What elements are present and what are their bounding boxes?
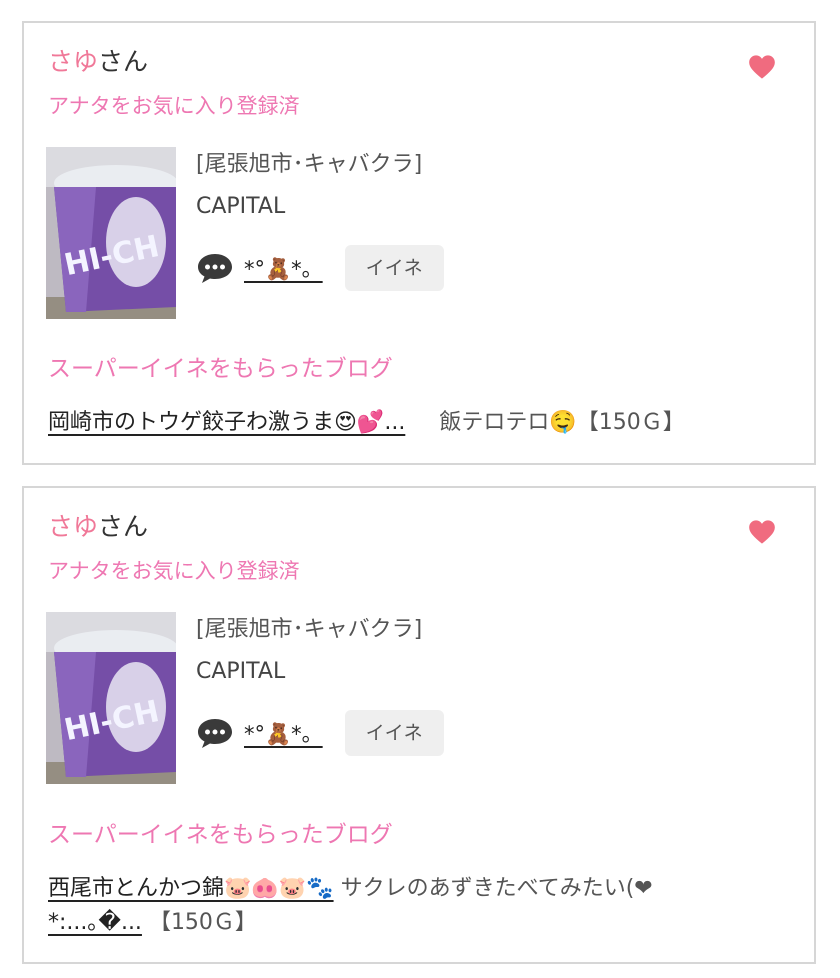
shop-area: [尾張旭市･キャバクラ] bbox=[196, 152, 423, 177]
shop-area: [尾張旭市･キャバクラ] bbox=[196, 617, 423, 642]
blog-entry: 岡崎市のトウゲ餃子わ激うま😍💕... 飯テロテロ🤤【150Ｇ】 bbox=[48, 406, 794, 440]
blog-title-link-continued[interactable]: *:...｡�... bbox=[48, 910, 142, 935]
shop-name: CAPITAL bbox=[196, 659, 286, 684]
favorite-card: さゆさん アナタをお気に入り登録済 HI-CH [尾張旭市･キャバクラ] CAP… bbox=[22, 21, 816, 465]
favorite-status: アナタをお気に入り登録済 bbox=[48, 94, 300, 118]
user-name-suffix: さん bbox=[98, 47, 149, 76]
message-row: *°🧸*。 イイネ bbox=[196, 245, 444, 291]
profile-photo[interactable]: HI-CH bbox=[46, 147, 176, 319]
user-name-text[interactable]: さゆ bbox=[48, 512, 98, 541]
favorite-card: さゆさん アナタをお気に入り登録済 HI-CH [尾張旭市･キャバクラ] CAP… bbox=[22, 486, 816, 964]
blog-points: 【150Ｇ】 bbox=[148, 910, 257, 935]
message-row: *°🧸*。 イイネ bbox=[196, 710, 444, 756]
user-name-suffix: さん bbox=[98, 512, 149, 541]
favorite-status: アナタをお気に入り登録済 bbox=[48, 559, 300, 583]
section-title: スーパーイイネをもらったブログ bbox=[48, 356, 393, 382]
blog-description: サクレのあずきたべてみたい(❤ bbox=[340, 876, 653, 901]
section-title: スーパーイイネをもらったブログ bbox=[48, 822, 393, 848]
speech-bubble-icon[interactable] bbox=[196, 717, 234, 749]
nickname-link[interactable]: *°🧸*。 bbox=[244, 253, 323, 283]
blog-title-link[interactable]: 西尾市とんかつ錦🐷🐽🐷🐾 bbox=[48, 876, 334, 901]
nickname-link[interactable]: *°🧸*。 bbox=[244, 718, 323, 748]
user-name[interactable]: さゆさん bbox=[48, 510, 148, 544]
blog-title-link[interactable]: 岡崎市のトウゲ餃子わ激うま😍💕... bbox=[48, 410, 405, 435]
user-name-text[interactable]: さゆ bbox=[48, 47, 98, 76]
heart-icon[interactable] bbox=[748, 518, 776, 546]
shop-name: CAPITAL bbox=[196, 194, 286, 219]
iine-button[interactable]: イイネ bbox=[344, 245, 444, 291]
blog-entry: 西尾市とんかつ錦🐷🐽🐷🐾 サクレのあずきたべてみたい(❤ *:...｡�... … bbox=[48, 872, 794, 940]
user-name[interactable]: さゆさん bbox=[48, 45, 148, 79]
heart-icon[interactable] bbox=[748, 53, 776, 81]
profile-photo[interactable]: HI-CH bbox=[46, 612, 176, 784]
speech-bubble-icon[interactable] bbox=[196, 252, 234, 284]
blog-description: 飯テロテロ🤤【150Ｇ】 bbox=[439, 410, 685, 435]
iine-button[interactable]: イイネ bbox=[344, 710, 444, 756]
